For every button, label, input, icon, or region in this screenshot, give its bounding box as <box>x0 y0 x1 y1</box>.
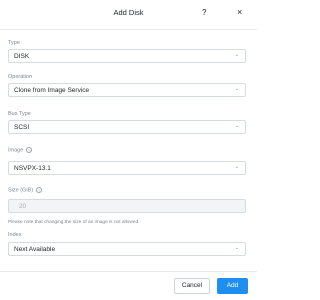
image-select[interactable]: NSVPX-13.1 ⌄ <box>8 161 246 175</box>
cancel-button[interactable]: Cancel <box>174 278 210 294</box>
dialog-header: Add Disk ? × <box>0 0 257 30</box>
bus-type-label: Bus Type <box>8 111 31 117</box>
chevron-down-icon: ⌄ <box>234 52 239 58</box>
size-value: 20 <box>19 203 27 210</box>
dialog-title: Add Disk <box>113 8 144 17</box>
index-label: Index <box>8 232 22 238</box>
info-icon[interactable]: ? <box>36 187 43 193</box>
index-select[interactable]: Next Available ⌄ <box>8 242 246 256</box>
operation-select[interactable]: Clone from Image Service ⌄ <box>8 83 246 97</box>
help-icon[interactable]: ? <box>202 8 206 17</box>
chevron-down-icon: ⌄ <box>234 86 239 92</box>
size-label: Size (GiB)? <box>8 187 43 194</box>
operation-value: Clone from Image Service <box>14 87 90 94</box>
image-value: NSVPX-13.1 <box>14 165 51 172</box>
index-value: Next Available <box>14 246 56 253</box>
chevron-down-icon: ⌄ <box>234 245 239 251</box>
bus-type-select[interactable]: SCSI ⌄ <box>8 120 246 134</box>
size-input: 20 <box>8 199 246 213</box>
bus-type-value: SCSI <box>14 124 30 131</box>
size-note: Please note that changing the size of an… <box>8 220 140 225</box>
chevron-down-icon: ⌄ <box>234 164 239 170</box>
size-label-text: Size (GiB) <box>8 187 34 194</box>
operation-label: Operation <box>8 74 33 80</box>
close-icon[interactable]: × <box>237 7 242 17</box>
image-label-text: Image <box>8 147 24 154</box>
type-label: Type <box>8 40 20 46</box>
chevron-down-icon: ⌄ <box>234 123 239 129</box>
info-icon[interactable]: ? <box>26 147 33 153</box>
image-label: Image? <box>8 147 33 154</box>
type-value: DISK <box>14 53 30 60</box>
type-select[interactable]: DISK ⌄ <box>8 49 246 63</box>
add-button[interactable]: Add <box>217 278 248 294</box>
